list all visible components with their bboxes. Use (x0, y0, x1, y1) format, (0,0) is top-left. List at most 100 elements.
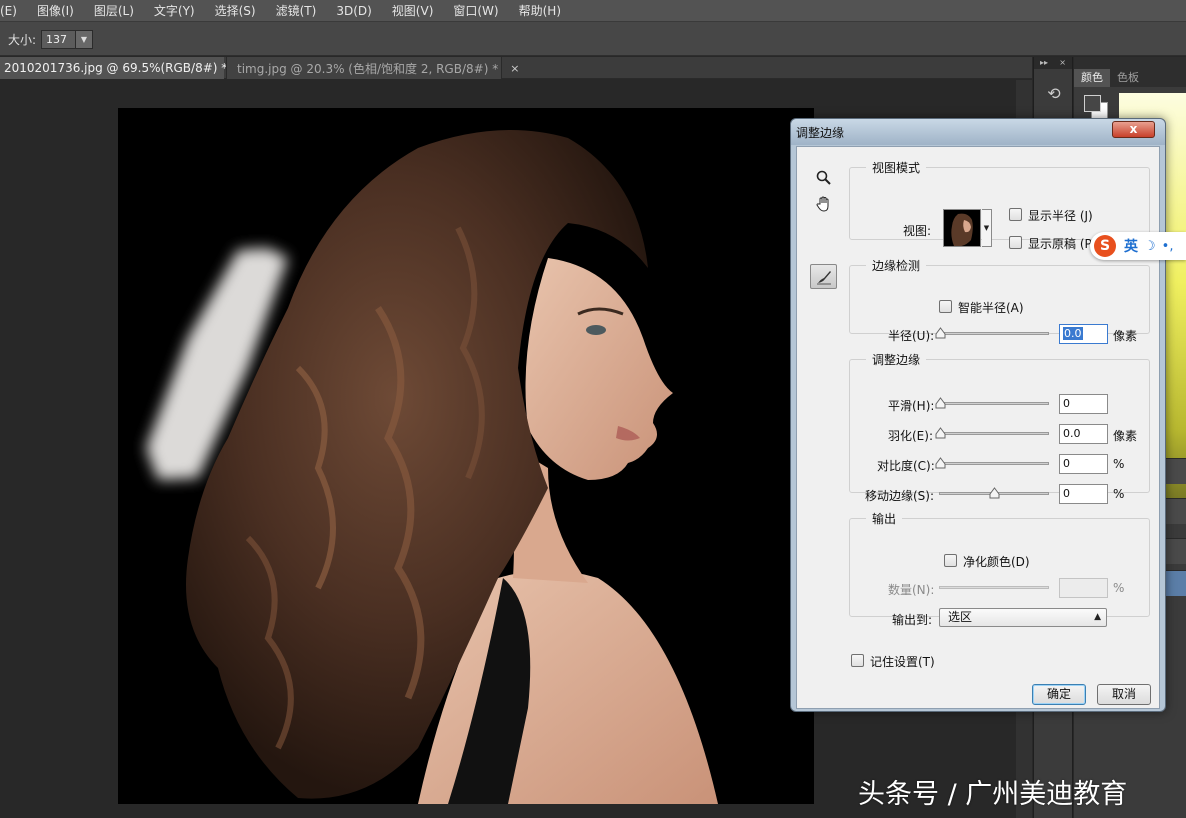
menu-image[interactable]: 图像(I) (27, 0, 84, 22)
brush-size-field[interactable]: 137 ▼ (41, 30, 93, 49)
cancel-button[interactable]: 取消 (1097, 684, 1151, 705)
output-to-select[interactable]: 选区 ▲ (939, 608, 1107, 627)
smart-radius-checkbox[interactable] (939, 300, 952, 313)
chevron-down-icon[interactable]: ▼ (75, 31, 92, 48)
moon-icon[interactable]: ☽ (1144, 239, 1156, 254)
feather-input[interactable]: 0.0 (1059, 424, 1108, 444)
slider-thumb-icon[interactable] (935, 427, 946, 439)
edge-detection-group: 边缘检测 (849, 257, 1150, 334)
menu-layer[interactable]: 图层(L) (84, 0, 144, 22)
radius-slider[interactable] (935, 327, 1049, 341)
dialog-titlebar[interactable]: 调整边缘 x (791, 119, 1165, 145)
menu-type[interactable]: 文字(Y) (144, 0, 205, 22)
panel-stub[interactable] (1164, 538, 1186, 564)
document-canvas-image[interactable] (118, 108, 814, 804)
slider-track (939, 462, 1049, 465)
document-tab-bar: 2010201736.jpg @ 69.5%(RGB/8#) * × timg.… (0, 57, 1032, 79)
output-to-value: 选区 (948, 610, 973, 624)
amount-slider[interactable] (939, 581, 1049, 595)
radius-input[interactable]: 0.0 (1059, 324, 1108, 344)
menu-select[interactable]: 选择(S) (205, 0, 266, 22)
feather-unit: 像素 (1113, 429, 1138, 443)
decontaminate-colors-checkbox[interactable] (944, 554, 957, 567)
punctuation-icon[interactable]: •, (1162, 239, 1174, 254)
zoom-tool-icon[interactable] (813, 167, 835, 189)
decontaminate-colors-label: 净化颜色(D) (963, 555, 1030, 569)
expand-panels-icon[interactable]: ▸▸ (1040, 57, 1048, 69)
hand-tool-icon[interactable] (813, 193, 835, 215)
amount-label: 数量(N): (888, 583, 935, 597)
dialog-title: 调整边缘 (796, 126, 845, 140)
menu-edit[interactable]: (E) (0, 0, 27, 22)
ok-button[interactable]: 确定 (1032, 684, 1086, 705)
document-tab-active[interactable]: 2010201736.jpg @ 69.5%(RGB/8#) * × (0, 57, 248, 79)
slider-thumb-icon[interactable] (989, 487, 1000, 499)
shift-edge-input[interactable]: 0 (1059, 484, 1108, 504)
menu-window[interactable]: 窗口(W) (443, 0, 508, 22)
slider-thumb-icon[interactable] (935, 457, 946, 469)
adjust-edge-legend: 调整边缘 (872, 353, 921, 367)
shift-edge-slider[interactable] (939, 487, 1049, 501)
contrast-input[interactable]: 0 (1059, 454, 1108, 474)
view-mode-thumbnail[interactable] (943, 209, 981, 247)
show-radius-label: 显示半径 (J) (1028, 209, 1093, 223)
feather-label: 羽化(E): (888, 429, 933, 443)
shift-edge-label: 移动边缘(S): (865, 489, 935, 503)
menu-filter[interactable]: 滤镜(T) (266, 0, 327, 22)
slider-track (939, 432, 1049, 435)
brush-size-value[interactable]: 137 (42, 33, 75, 46)
edge-detection-legend: 边缘检测 (872, 259, 921, 273)
panel-stub[interactable] (1164, 458, 1186, 484)
menu-view[interactable]: 视图(V) (382, 0, 444, 22)
radius-label: 半径(U): (888, 329, 935, 343)
radius-unit: 像素 (1113, 329, 1138, 343)
history-icon[interactable]: ⟲ (1044, 83, 1064, 105)
contrast-unit: % (1113, 457, 1125, 471)
refine-radius-brush-icon[interactable] (810, 264, 837, 289)
panel-tab-bar: 颜色 色板 (1074, 57, 1186, 87)
output-legend: 输出 (872, 512, 897, 526)
close-button[interactable]: x (1112, 121, 1155, 138)
chevron-down-icon[interactable]: ▼ (982, 209, 992, 247)
show-original-label: 显示原稿 (P) (1028, 237, 1097, 251)
show-radius-checkbox[interactable] (1009, 208, 1022, 221)
menu-help[interactable]: 帮助(H) (509, 0, 571, 22)
brush-size-label: 大小: (8, 33, 37, 47)
panel-strip-header: ▸▸ × (1034, 57, 1072, 69)
contrast-slider[interactable] (935, 457, 1049, 471)
portrait-image (146, 130, 718, 804)
output-to-label: 输出到: (892, 613, 933, 627)
close-icon[interactable]: × (510, 62, 519, 75)
remember-settings-checkbox[interactable] (851, 654, 864, 667)
smooth-input[interactable]: 0 (1059, 394, 1108, 414)
tab-color[interactable]: 颜色 (1074, 69, 1110, 87)
show-original-checkbox[interactable] (1009, 236, 1022, 249)
color-chips (1084, 95, 1108, 119)
smooth-label: 平滑(H): (888, 399, 935, 413)
document-tab-label: 2010201736.jpg @ 69.5%(RGB/8#) * (4, 61, 228, 75)
slider-thumb-icon[interactable] (935, 397, 946, 409)
tab-swatches[interactable]: 色板 (1110, 69, 1146, 87)
menu-3d[interactable]: 3D(D) (326, 0, 381, 22)
feather-slider[interactable] (935, 427, 1049, 441)
foreground-color-chip[interactable] (1084, 95, 1101, 112)
panel-stub[interactable] (1164, 498, 1186, 524)
ime-toolbar[interactable]: S 英 ☽ •, (1090, 232, 1186, 260)
close-icon[interactable]: × (1059, 57, 1066, 69)
slider-track (939, 586, 1049, 589)
shift-edge-unit: % (1113, 487, 1125, 501)
view-mode-group: 视图模式 (849, 159, 1150, 240)
radius-value: 0.0 (1063, 327, 1083, 340)
view-mode-legend: 视图模式 (872, 161, 921, 175)
panel-stub[interactable] (1164, 570, 1186, 596)
slider-track (939, 402, 1049, 405)
ime-language-mode[interactable]: 英 (1124, 236, 1138, 256)
ime-logo-icon: S (1094, 235, 1116, 257)
amount-input[interactable] (1059, 578, 1108, 598)
watermark-text: 头条号 / 广州美迪教育 (858, 779, 1128, 810)
smooth-slider[interactable] (935, 397, 1049, 411)
document-tab-inactive[interactable]: timg.jpg @ 20.3% (色相/饱和度 2, RGB/8#) * × (226, 57, 519, 79)
document-tab-label: timg.jpg @ 20.3% (色相/饱和度 2, RGB/8#) * (237, 61, 499, 76)
select-arrows-icon: ▲ (1094, 612, 1101, 622)
slider-thumb-icon[interactable] (935, 327, 946, 339)
